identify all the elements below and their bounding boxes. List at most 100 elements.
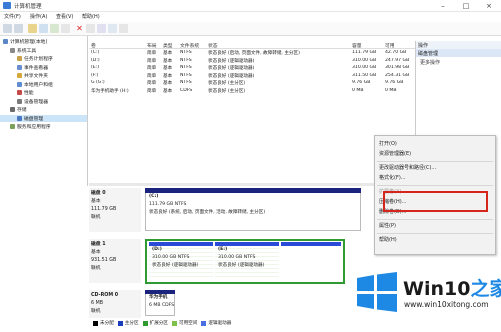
tree-item[interactable]: 本地用户和组 — [0, 81, 87, 88]
tree-item[interactable]: 系统工具 — [0, 47, 87, 54]
col-filesystem[interactable]: 文件系统 — [180, 42, 199, 49]
cdrom-name: CD-ROM 0 — [91, 293, 119, 298]
tree-item-icon — [17, 90, 22, 95]
menu-view[interactable]: 查看(V) — [56, 13, 73, 20]
disk1-label[interactable]: 磁盘 1 基本 931.51 GB 联机 — [89, 239, 141, 283]
volume-cell: 基本 — [163, 58, 173, 64]
col-capacity[interactable]: 容量 — [352, 42, 362, 49]
partition-d[interactable]: (D:) 310.00 GB NTFS 状态良好 (逻辑驱动器) — [149, 246, 213, 280]
tree-item-icon — [17, 98, 22, 104]
check-icon[interactable] — [86, 24, 95, 33]
menu-action[interactable]: 操作(A) — [30, 13, 47, 20]
volume-cell: 状态良好 (逻辑驱动器) — [208, 58, 255, 64]
volume-cell: 基本 — [163, 81, 173, 86]
actions-disk-management[interactable]: 磁盘管理 — [416, 49, 501, 57]
disk0-status: 联机 — [91, 215, 101, 220]
tree-item-icon — [10, 124, 15, 129]
col-layout[interactable]: 布局 — [147, 42, 157, 49]
highlight-box — [383, 191, 488, 212]
volume-cell: 基本 — [163, 88, 173, 94]
menu-bar: 文件(F) 操作(A) 查看(V) 帮助(H) — [0, 12, 501, 22]
navigation-tree: 计算机管理(本地) 系统工具 任务计划程序 事件查看器共享文件夹本地用户和组 性能设备管… — [0, 36, 88, 186]
volume-cell: 状态良好 (逻辑驱动器) — [208, 66, 255, 71]
properties-icon[interactable] — [39, 24, 48, 33]
partition-d-label: (D:) — [152, 247, 162, 252]
legend-label: 可用空间 — [178, 321, 198, 326]
close-button[interactable]: × — [478, 0, 500, 12]
tree-item-label: 共享文件夹 — [24, 74, 48, 79]
volume-cell: 310.00 GB — [352, 57, 377, 63]
forward-icon[interactable] — [14, 24, 23, 33]
context-menu-separator — [377, 233, 493, 234]
volume-cell: 华为手机助手 (H:) — [91, 88, 129, 94]
volume-row[interactable]: (F:) 简单 基本 NTFS 状态良好 (逻辑驱动器) 311.50 GB 254.31 … — [89, 73, 415, 80]
col-volume[interactable]: 卷 — [91, 42, 96, 49]
tree-item[interactable]: 磁盘管理 — [0, 114, 87, 122]
volume-cell: 简单 — [147, 73, 157, 79]
partition-c[interactable]: (C:) 111.79 GB NTFS 状态良好 (系统, 启动, 页面文件, … — [145, 193, 361, 231]
volume-cell: 111.79 GB — [352, 50, 377, 55]
volume-row[interactable]: (E:) 简单 基本 NTFS 状态良好 (逻辑驱动器) 310.00 GB 301.98 … — [89, 65, 415, 72]
volume-row[interactable]: 华为手机助手 (H:) 简单 基本 CDFS 状态良好 (主分区) 0 MB 0 MB — [89, 88, 415, 95]
maximize-button[interactable]: □ — [455, 0, 477, 12]
volume-cell: 基本 — [163, 66, 173, 71]
tree-item[interactable]: 事件查看器 — [0, 64, 87, 71]
context-menu-item[interactable]: 属性(P) — [379, 222, 396, 229]
partition-c-size: 111.79 GB NTFS — [149, 202, 187, 207]
tree-item[interactable]: 性能 — [0, 89, 87, 96]
partition-e-label: (E:) — [218, 247, 228, 252]
partition-e-status: 状态良好 (逻辑驱动器) — [218, 263, 265, 268]
back-icon[interactable] — [3, 24, 12, 33]
view-icon[interactable] — [119, 24, 128, 33]
search-icon[interactable] — [108, 24, 117, 33]
list-view-icon[interactable] — [61, 24, 70, 33]
actions-more[interactable]: 更多操作 — [420, 59, 440, 66]
context-menu-item[interactable]: 资源管理器(E) — [379, 150, 411, 157]
col-type[interactable]: 类型 — [163, 42, 173, 49]
volume-cell: 301.98 GB — [385, 65, 410, 70]
tree-item[interactable]: 任务计划程序 — [0, 55, 87, 62]
volume-cell: NTFS — [180, 80, 192, 85]
up-folder-icon[interactable] — [28, 24, 37, 33]
tree-item[interactable]: 存储 — [0, 106, 87, 113]
volume-cell: 简单 — [147, 81, 157, 86]
tree-item-icon — [17, 115, 22, 121]
volume-cell: NTFS — [180, 65, 192, 70]
tree-item-icon — [17, 64, 22, 70]
disk0-label[interactable]: 磁盘 0 基本 111.79 GB 联机 — [89, 188, 141, 232]
context-menu-item[interactable]: 更改驱动器号和路径(C)... — [379, 164, 436, 171]
volume-row[interactable]: (D:) 简单 基本 NTFS 状态良好 (逻辑驱动器) 310.00 GB 247.97 … — [89, 58, 415, 65]
disk1-status: 联机 — [91, 266, 101, 271]
context-menu-item[interactable]: 打开(O) — [379, 140, 397, 147]
cdrom-label[interactable]: CD-ROM 0 6 MB 联机 — [89, 290, 141, 318]
volume-cell: 311.50 GB — [352, 72, 377, 78]
volume-cell: 9.76 GB — [385, 80, 404, 85]
tree-item-icon — [3, 39, 8, 44]
legend-swatch — [201, 320, 207, 326]
menu-file[interactable]: 文件(F) — [4, 13, 21, 20]
tree-item[interactable]: 设备管理器 — [0, 98, 87, 105]
context-menu-item[interactable]: 帮助(H) — [379, 236, 397, 243]
windows-logo-icon — [357, 272, 397, 312]
col-status[interactable]: 状态 — [208, 42, 218, 49]
tree-item[interactable]: 计算机管理(本地) — [0, 38, 87, 45]
volume-row[interactable]: (C:) 简单 基本 NTFS 状态良好 (启动, 页面文件, 故障转储, 主分区) 11… — [89, 50, 415, 57]
partition-c-status: 状态良好 (系统, 启动, 页面文件, 活动, 故障转储, 主分区) — [149, 210, 266, 215]
menu-help[interactable]: 帮助(H) — [82, 13, 100, 20]
volume-cell: 状态良好 (逻辑驱动器) — [208, 73, 255, 79]
volume-row[interactable]: G (G:) 简单 基本 NTFS 状态良好 (主分区) 9.76 GB 9.76 GB — [89, 80, 415, 87]
tree-item[interactable]: 共享文件夹 — [0, 72, 87, 79]
partition-e[interactable]: (E:) 310.00 GB NTFS 状态良好 (逻辑驱动器) — [215, 246, 279, 280]
open-icon[interactable] — [97, 24, 106, 33]
minimize-button[interactable]: – — [432, 0, 454, 12]
context-menu-item[interactable]: 格式化(F)... — [379, 174, 406, 181]
help-icon[interactable] — [50, 24, 59, 33]
col-free[interactable]: 可用 — [385, 42, 395, 49]
legend-label: 逻辑驱动器 — [208, 321, 232, 326]
partition-cdrom[interactable]: 华为手机 6 MB CDFS — [145, 294, 175, 316]
volume-list-header: 卷 布局 类型 文件系统 状态 容量 可用 — [89, 41, 415, 49]
delete-icon[interactable]: ✕ — [75, 24, 84, 33]
tree-item-label: 系统工具 — [17, 48, 37, 54]
tree-item[interactable]: 服务和应用程序 — [0, 123, 87, 130]
volume-cell: 0 MB — [385, 87, 397, 93]
